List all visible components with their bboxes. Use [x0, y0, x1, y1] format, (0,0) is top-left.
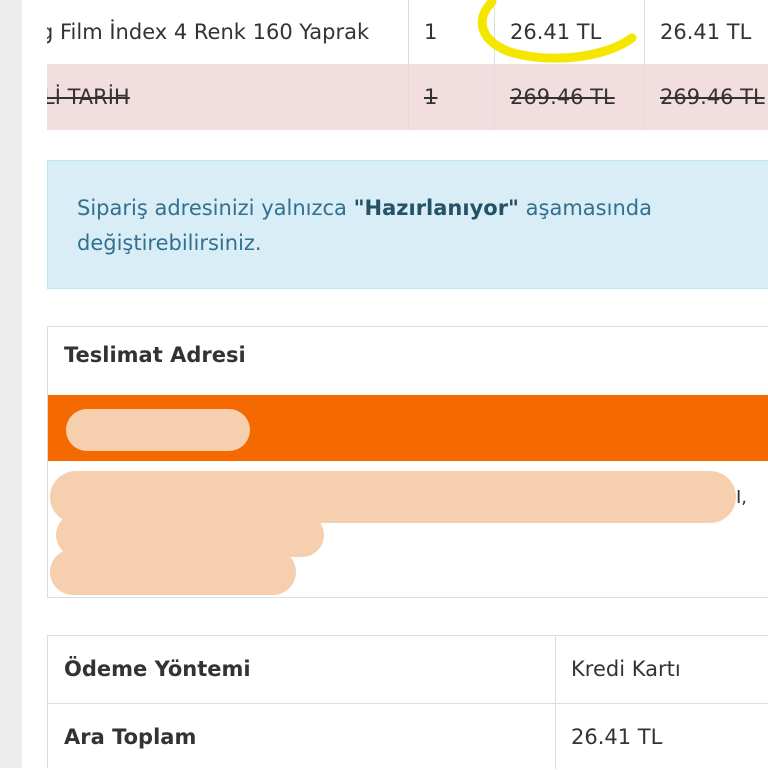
item-total: 269.46 TL	[660, 85, 765, 109]
item-name: g Film İndex 4 Renk 160 Yaprak	[47, 20, 370, 44]
delivery-address-heading: Teslimat Adresi	[64, 343, 246, 367]
payment-method-value: Kredi Kartı	[571, 657, 681, 681]
item-total: 26.41 TL	[660, 20, 752, 44]
address-details: I,	[48, 461, 768, 597]
item-name-cell: Lİ TARİH	[47, 64, 408, 130]
summary-row-subtotal: Ara Toplam 26.41 TL	[48, 703, 768, 770]
redaction-mark	[50, 549, 296, 595]
column-divider	[555, 636, 556, 769]
item-quantity: 1	[424, 85, 438, 109]
item-name-cell: g Film İndex 4 Renk 160 Yaprak	[47, 0, 408, 64]
item-quantity: 1	[424, 20, 438, 44]
notice-status: "Hazırlanıyor"	[353, 196, 519, 220]
address-change-notice: Sipariş adresinizi yalnızca "Hazırlanıyo…	[47, 160, 768, 289]
redaction-mark	[66, 409, 250, 451]
page-left-rail	[0, 0, 22, 768]
item-unit-price: 26.41 TL	[510, 20, 602, 44]
subtotal-value: 26.41 TL	[571, 725, 663, 749]
summary-row-payment: Ödeme Yöntemi Kredi Kartı	[48, 636, 768, 702]
order-summary-table: Ödeme Yöntemi Kredi Kartı Ara Toplam 26.…	[47, 635, 768, 770]
column-divider	[644, 0, 645, 130]
subtotal-label: Ara Toplam	[64, 725, 197, 749]
item-name: Lİ TARİH	[47, 85, 130, 109]
column-divider	[494, 0, 495, 130]
column-divider	[408, 0, 409, 130]
notice-prefix: Sipariş adresinizi yalnızca	[77, 196, 354, 220]
delivery-address-panel: Teslimat Adresi I,	[47, 326, 768, 598]
payment-method-label: Ödeme Yöntemi	[64, 657, 251, 681]
item-unit-price: 269.46 TL	[510, 85, 615, 109]
address-line-tail: I,	[736, 487, 748, 508]
recipient-name-bar	[48, 395, 768, 461]
